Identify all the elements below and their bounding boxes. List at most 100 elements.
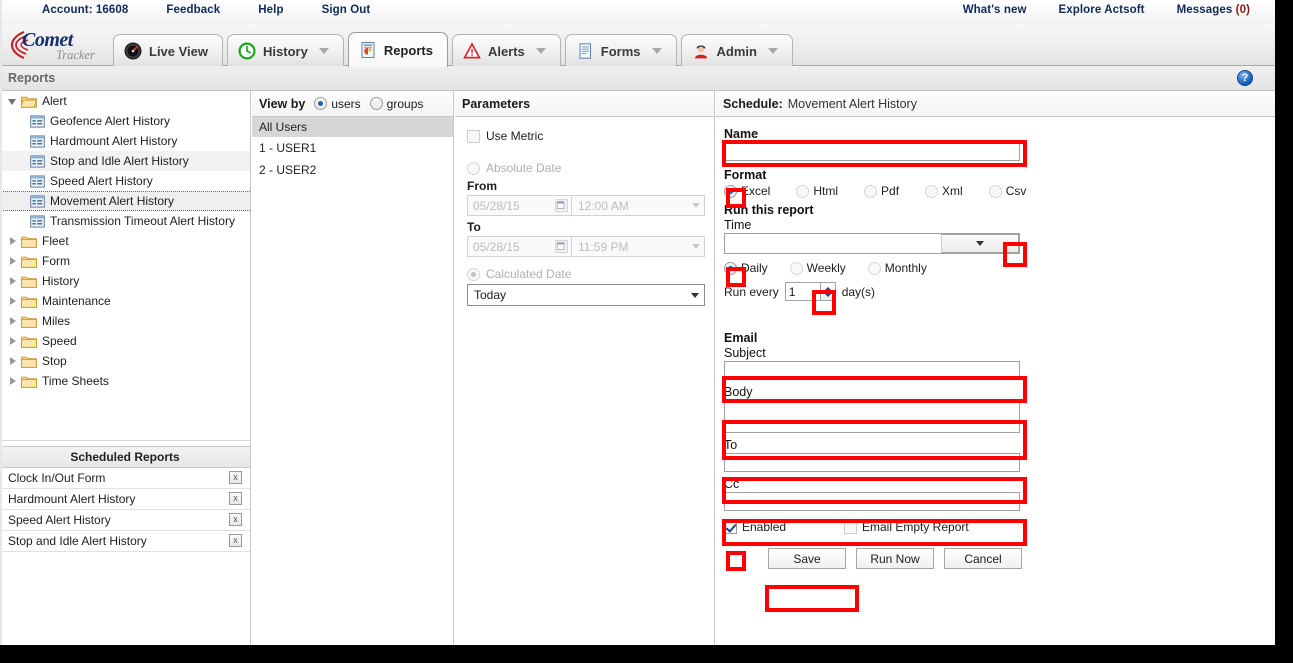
chevron-down-icon[interactable] (535, 48, 546, 54)
format-radio-excel[interactable] (724, 184, 737, 198)
tree-report-item[interactable]: Stop and Idle Alert History (0, 151, 250, 171)
time-dropdown-button[interactable] (941, 234, 1019, 253)
comet-tracker-logo[interactable]: Comet Tracker (6, 25, 114, 65)
email-empty-checkbox[interactable] (844, 520, 857, 534)
frequency-option-monthly[interactable]: Monthly (867, 261, 927, 275)
tab-alerts[interactable]: Alerts (451, 34, 561, 67)
radio-groups[interactable] (369, 97, 383, 110)
format-radio-html[interactable] (796, 184, 810, 198)
user-row[interactable]: 1 - USER1 (252, 137, 453, 159)
scheduled-report-row[interactable]: Clock In/Out Form x (0, 468, 250, 489)
chevron-right-icon[interactable] (8, 256, 19, 267)
view-by-users-option[interactable]: users (314, 97, 361, 111)
tree-folder[interactable]: Speed (0, 331, 250, 351)
tree-report-item[interactable]: Speed Alert History (0, 171, 250, 191)
subject-input[interactable] (724, 361, 1020, 380)
email-empty-option[interactable]: Email Empty Report (844, 520, 969, 534)
use-metric-row[interactable]: Use Metric (467, 129, 704, 143)
format-option-pdf[interactable]: Pdf (864, 184, 899, 198)
chevron-right-icon[interactable] (8, 276, 19, 287)
stepper-down-icon[interactable] (823, 292, 832, 297)
run-every-input[interactable]: 1 (784, 282, 821, 301)
tree-folder[interactable]: History (0, 271, 250, 291)
tree-folder[interactable]: Form (0, 251, 250, 271)
enabled-option[interactable]: Enabled (724, 520, 844, 534)
format-radio-pdf[interactable] (864, 184, 878, 198)
tree-folder[interactable]: Fleet (0, 231, 250, 251)
format-option-xml[interactable]: Xml (925, 184, 963, 198)
help-link[interactable]: Help (258, 4, 283, 16)
scheduled-report-row[interactable]: Hardmount Alert History x (0, 489, 250, 510)
absolute-date-radio[interactable] (467, 161, 480, 175)
chevron-down-icon[interactable] (318, 48, 329, 54)
tree-folder[interactable]: Alert (0, 91, 250, 111)
delete-scheduled-report-icon[interactable]: x (229, 471, 242, 484)
tab-forms[interactable]: Forms (564, 34, 677, 67)
body-input[interactable] (724, 400, 1020, 433)
stepper-up-icon[interactable] (823, 286, 832, 291)
tree-report-item[interactable]: Hardmount Alert History (0, 131, 250, 151)
chevron-right-icon[interactable] (8, 316, 19, 327)
tab-live-view[interactable]: Live View (113, 34, 224, 67)
from-time-input[interactable]: 12:00 AM (572, 195, 705, 216)
delete-scheduled-report-icon[interactable]: x (229, 492, 242, 505)
tree-report-item[interactable]: Geofence Alert History (0, 111, 250, 131)
tree-folder[interactable]: Time Sheets (0, 371, 250, 391)
tab-reports[interactable]: Reports (347, 32, 448, 67)
tree-report-item[interactable]: Movement Alert History (0, 191, 250, 211)
chevron-right-icon[interactable] (8, 236, 19, 247)
name-input[interactable] (724, 142, 1020, 161)
format-radio-csv[interactable] (988, 184, 1002, 198)
view-by-groups-option[interactable]: groups (369, 97, 423, 111)
chevron-down-icon[interactable] (692, 244, 700, 249)
use-metric-checkbox[interactable] (467, 129, 480, 143)
help-circle-icon[interactable]: ? (1237, 70, 1253, 86)
chevron-right-icon[interactable] (8, 336, 19, 347)
cc-email-input[interactable] (724, 492, 1020, 511)
user-row[interactable]: 2 - USER2 (252, 159, 453, 181)
format-radio-xml[interactable] (925, 184, 939, 198)
all-users-row[interactable]: All Users (252, 117, 453, 137)
delete-scheduled-report-icon[interactable]: x (229, 513, 242, 526)
from-date-input[interactable]: 05/28/15 (467, 195, 572, 216)
feedback-link[interactable]: Feedback (166, 4, 220, 16)
cancel-button[interactable]: Cancel (944, 548, 1022, 569)
frequency-radio-monthly[interactable] (867, 261, 881, 275)
to-time-input[interactable]: 11:59 PM (572, 236, 705, 257)
format-option-csv[interactable]: Csv (988, 184, 1026, 198)
chevron-down-icon[interactable] (692, 203, 700, 208)
tab-admin[interactable]: Admin (680, 34, 793, 67)
chevron-right-icon[interactable] (8, 356, 19, 367)
delete-scheduled-report-icon[interactable]: x (229, 534, 242, 547)
format-option-excel[interactable]: Excel (724, 184, 770, 198)
sign-out-link[interactable]: Sign Out (322, 4, 371, 16)
frequency-radio-daily[interactable] (724, 261, 737, 275)
explore-actsoft-link[interactable]: Explore Actsoft (1059, 4, 1145, 16)
scheduled-report-row[interactable]: Speed Alert History x (0, 510, 250, 531)
frequency-option-weekly[interactable]: Weekly (789, 261, 846, 275)
time-select[interactable] (724, 233, 1020, 254)
chevron-down-icon[interactable] (8, 96, 19, 107)
calendar-icon[interactable] (555, 199, 568, 212)
tree-folder[interactable]: Stop (0, 351, 250, 371)
chevron-right-icon[interactable] (8, 296, 19, 307)
save-button[interactable]: Save (768, 548, 846, 569)
chevron-down-icon[interactable] (767, 48, 778, 54)
to-date-input[interactable]: 05/28/15 (467, 236, 572, 257)
enabled-checkbox[interactable] (724, 520, 737, 534)
radio-users[interactable] (314, 97, 328, 110)
messages-link[interactable]: Messages (0) (1177, 4, 1250, 16)
scheduled-report-row[interactable]: Stop and Idle Alert History x (0, 531, 250, 552)
absolute-date-row[interactable]: Absolute Date (467, 161, 704, 175)
tab-history[interactable]: History (227, 34, 344, 67)
whats-new-link[interactable]: What's new (963, 4, 1027, 16)
tree-folder[interactable]: Maintenance (0, 291, 250, 311)
format-option-html[interactable]: Html (796, 184, 838, 198)
calculated-date-radio[interactable] (467, 267, 480, 281)
to-email-input[interactable] (724, 453, 1020, 472)
frequency-radio-weekly[interactable] (789, 261, 803, 275)
tree-folder[interactable]: Miles (0, 311, 250, 331)
run-now-button[interactable]: Run Now (856, 548, 934, 569)
frequency-option-daily[interactable]: Daily (724, 261, 768, 275)
calendar-icon[interactable] (555, 240, 568, 253)
